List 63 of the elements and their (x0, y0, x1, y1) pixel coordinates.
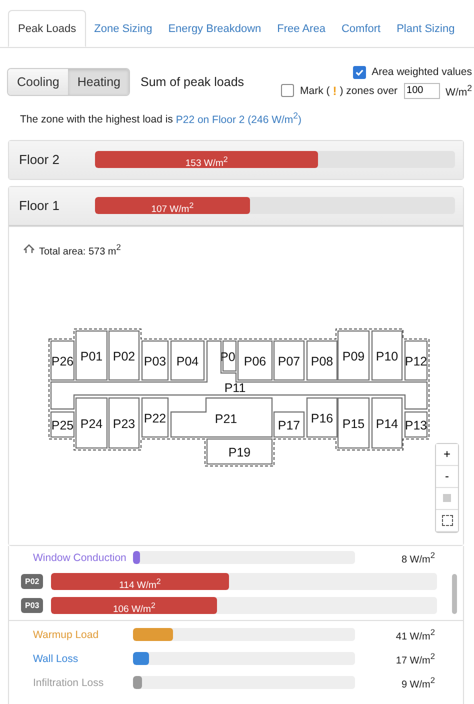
room[interactable]: P19 (206, 438, 273, 464)
room[interactable]: P03 (141, 340, 169, 380)
floor-header[interactable]: Floor 2 153 W/m$^{2}$ (9, 140, 463, 178)
highest-load-text: The zone with the highest load is P22 on Floor 2 (246 W/m$^{2}$) (20, 110, 303, 126)
room[interactable]: P04 (170, 340, 205, 380)
zone-load-value: 114 W/m$^{2}$ (118, 576, 162, 590)
room[interactable]: P02 (108, 330, 140, 380)
room[interactable]: P21 (170, 397, 273, 438)
room[interactable]: P25 (50, 411, 75, 438)
tab[interactable]: Peak Loads (8, 10, 86, 47)
room[interactable]: P17 (273, 411, 305, 438)
checkbox-label: Mark ( (300, 84, 330, 96)
tab[interactable]: Plant Sizing (388, 10, 463, 47)
floor-name: Floor 2 (19, 152, 60, 167)
checkbox[interactable] (352, 66, 366, 78)
load-value: 153 W/m$^{2}$ (184, 154, 229, 168)
floor-name: Floor 1 (19, 198, 60, 213)
tab[interactable]: Zone Sizing (86, 10, 160, 47)
mode-toggle-button[interactable]: Heating (68, 69, 130, 95)
load-value: 107 W/m$^{2}$ (150, 200, 195, 214)
room[interactable]: P14 (371, 397, 403, 448)
total-area: Total area: 573 m$^{2}$ (39, 242, 121, 257)
room[interactable]: P16 (306, 397, 338, 438)
zoom-in-button[interactable]: + (436, 444, 458, 466)
room[interactable]: P07 (273, 340, 305, 380)
room[interactable]: P10 (371, 330, 403, 380)
component-value: 41 W/m$^{2}$ (396, 626, 435, 642)
room[interactable]: P06 (237, 340, 273, 380)
room[interactable]: P08 (306, 340, 338, 380)
room[interactable]: P12 (404, 340, 428, 380)
unit-label: W/m$^{2}$ (446, 82, 472, 98)
floor-header[interactable]: Floor 1 107 W/m$^{2}$ (9, 186, 463, 226)
component-value: 8 W/m$^{2}$ (401, 550, 435, 566)
tab[interactable]: Free Area (269, 10, 334, 47)
room[interactable]: P09 (337, 330, 370, 380)
scrollbar[interactable] (452, 574, 457, 614)
mode-toggle-button[interactable]: Cooling (8, 69, 68, 95)
tab[interactable]: Energy Breakdown (160, 10, 270, 47)
component-label: Wall Loss (33, 652, 80, 664)
room[interactable]: P13 (404, 411, 428, 438)
zone-load-value: 106 W/m$^{2}$ (112, 600, 156, 614)
room[interactable]: P23 (108, 397, 140, 448)
zone-badge: P02 (21, 574, 44, 589)
room[interactable]: P24 (75, 397, 108, 448)
warning-mark: ! (332, 84, 337, 98)
checkbox-label: Area weighted values (372, 66, 472, 78)
room[interactable]: P26 (50, 340, 75, 380)
component-label: Window Conduction (33, 552, 128, 564)
component-value: 9 W/m$^{2}$ (401, 674, 435, 690)
summary-label: Sum of peak loads (140, 75, 244, 89)
room[interactable]: P01 (75, 330, 108, 380)
component-label: Warmup Load (33, 628, 100, 640)
checkbox-label: ) zones over (340, 84, 398, 96)
room[interactable]: P22 (141, 397, 169, 438)
component-label: Infiltration Loss (33, 676, 105, 688)
component-value: 17 W/m$^{2}$ (396, 650, 435, 666)
tab[interactable]: Comfort (333, 10, 389, 47)
zone-badge: P03 (21, 598, 44, 613)
north-icon (23, 244, 35, 254)
threshold-input[interactable]: 100 (404, 82, 440, 98)
room[interactable]: P15 (337, 397, 370, 448)
checkbox[interactable] (281, 84, 294, 97)
zone-link[interactable]: P22 on Floor 2 (246 W/m$^{2}$) (176, 114, 302, 126)
